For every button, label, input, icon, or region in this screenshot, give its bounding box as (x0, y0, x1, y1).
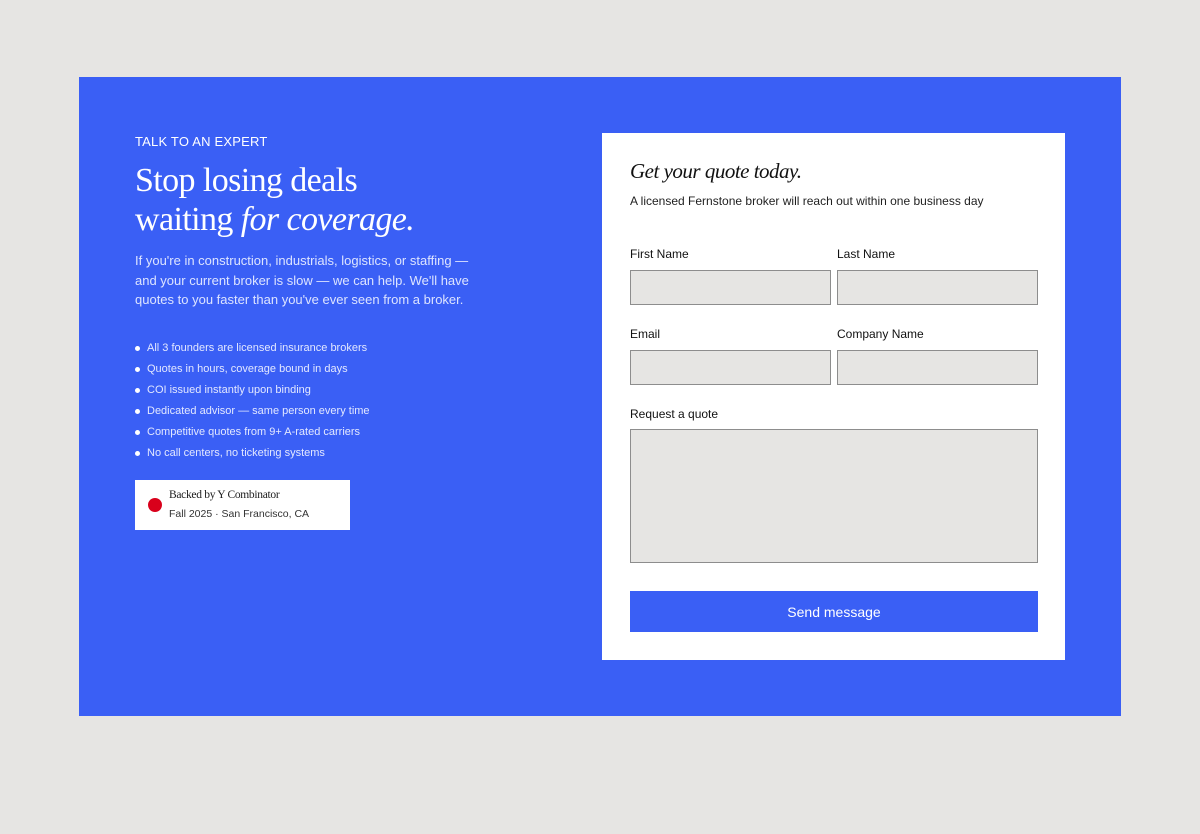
email-field[interactable] (630, 350, 831, 385)
first-name-field[interactable] (630, 270, 831, 305)
headline-line-2-plain: waiting (135, 201, 241, 238)
company-name-label: Company Name (837, 327, 924, 341)
hero-intro: If you're in construction, industrials, … (135, 253, 469, 307)
benefit-text: All 3 founders are licensed insurance br… (147, 341, 368, 354)
benefit-text: Competitive quotes from 9+ A-rated carri… (147, 425, 361, 438)
hero-headline: Stop losing deals waiting for coverage. (135, 161, 495, 239)
benefit-item: COI issued instantly upon binding (135, 380, 495, 401)
request-quote-label: Request a quote (630, 407, 719, 421)
benefit-item: Dedicated advisor — same person every ti… (135, 401, 495, 422)
form-title: Get your quote today. (630, 159, 802, 183)
send-message-button[interactable]: Send message (630, 591, 1038, 632)
red-dot-icon (148, 498, 162, 512)
headline-line-1: Stop losing deals (135, 162, 358, 199)
benefit-item: All 3 founders are licensed insurance br… (135, 338, 495, 359)
yc-badge: Backed by Y Combinator Fall 2025 · San F… (135, 480, 350, 530)
eyebrow-label: TALK TO AN EXPERT (135, 134, 268, 149)
benefit-item: Quotes in hours, coverage bound in days (135, 359, 495, 380)
hero-column: TALK TO AN EXPERT Stop losing deals wait… (135, 133, 495, 464)
bullet-dot-icon (135, 366, 140, 372)
badge-subtitle: Fall 2025 · San Francisco, CA (169, 508, 310, 520)
benefit-item: No call centers, no ticketing systems (135, 443, 495, 464)
benefit-text: COI issued instantly upon binding (147, 383, 311, 396)
bullet-dot-icon (135, 429, 140, 435)
badge-title: Backed by Y Combinator (169, 489, 280, 501)
first-name-label: First Name (630, 247, 689, 261)
bullet-dot-icon (135, 450, 140, 456)
last-name-field[interactable] (837, 270, 1038, 305)
bullet-dot-icon (135, 408, 140, 414)
contact-section: TALK TO AN EXPERT Stop losing deals wait… (79, 77, 1121, 716)
headline-line-2-italic: for coverage. (240, 201, 415, 238)
benefit-text: No call centers, no ticketing systems (147, 446, 325, 459)
benefits-list: All 3 founders are licensed insurance br… (135, 338, 495, 464)
bullet-dot-icon (135, 387, 140, 393)
request-quote-textarea[interactable] (630, 429, 1038, 563)
company-name-field[interactable] (837, 350, 1038, 385)
quote-form: Get your quote today. A licensed Fernsto… (602, 133, 1065, 660)
form-subtitle: A licensed Fernstone broker will reach o… (630, 194, 984, 208)
benefit-text: Dedicated advisor — same person every ti… (147, 404, 370, 417)
benefit-text: Quotes in hours, coverage bound in days (147, 362, 348, 375)
email-label: Email (630, 327, 661, 341)
bullet-dot-icon (135, 345, 140, 351)
benefit-item: Competitive quotes from 9+ A-rated carri… (135, 422, 495, 443)
last-name-label: Last Name (837, 247, 896, 261)
